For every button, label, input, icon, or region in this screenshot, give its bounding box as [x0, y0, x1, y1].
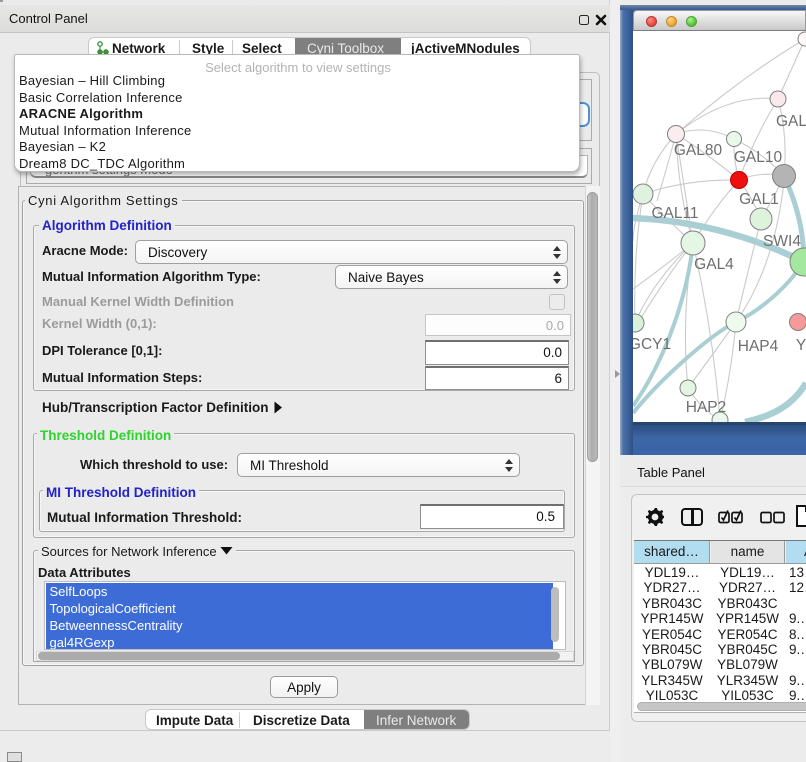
- svg-text:GAL11: GAL11: [651, 205, 698, 222]
- svg-text:SWI4: SWI4: [763, 233, 801, 250]
- svg-text:HAP4: HAP4: [738, 338, 779, 355]
- svg-text:Y: Y: [796, 337, 806, 354]
- svg-text:GAL2: GAL2: [776, 113, 806, 130]
- svg-text:GAL4: GAL4: [694, 256, 734, 273]
- svg-text:GAL1: GAL1: [739, 191, 779, 208]
- svg-text:GAL10: GAL10: [734, 149, 783, 166]
- svg-text:GCY1: GCY1: [633, 336, 671, 353]
- svg-text:HAP2: HAP2: [686, 399, 727, 416]
- svg-text:GAL80: GAL80: [674, 142, 723, 159]
